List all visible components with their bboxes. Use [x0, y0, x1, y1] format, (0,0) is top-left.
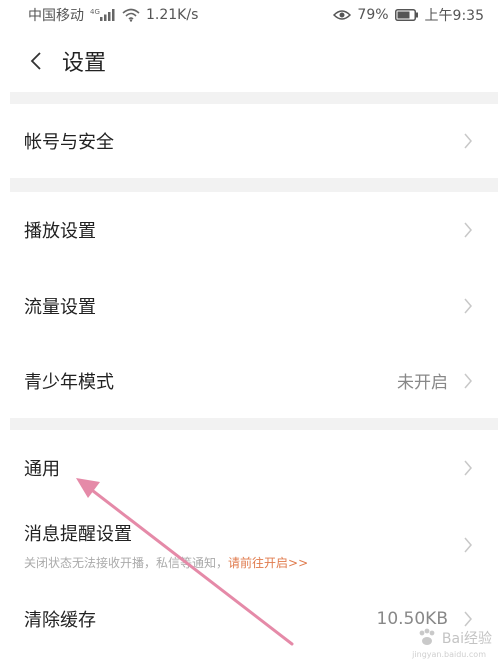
watermark-subtext: jingyan.baidu.com — [412, 650, 486, 659]
status-bar-right: 79% 上午9:35 — [333, 5, 484, 25]
chevron-right-icon — [460, 535, 476, 555]
section-divider — [10, 418, 498, 430]
page-header: 设置 — [0, 30, 500, 92]
section-divider — [10, 92, 498, 104]
status-bar: 中国移动 4G 1.21K/s 79% 上午9:35 — [0, 0, 500, 30]
network-tag: 4G — [90, 8, 100, 16]
chevron-right-icon — [460, 458, 476, 478]
settings-row-general[interactable]: 通用 — [0, 430, 500, 506]
chevron-right-icon — [460, 220, 476, 240]
row-label: 通用 — [24, 459, 60, 480]
carrier-name: 中国移动 — [28, 8, 84, 24]
status-bar-left: 中国移动 4G 1.21K/s — [28, 5, 198, 25]
row-subtext: 关闭状态无法接收开播，私信等通知，请前往开启>> — [24, 554, 308, 571]
settings-row-account-security[interactable]: 帐号与安全 — [0, 104, 500, 178]
row-label: 青少年模式 — [24, 371, 114, 393]
eye-icon — [333, 9, 352, 21]
section-divider — [10, 178, 498, 192]
watermark-text: Bai经验 — [441, 631, 492, 647]
chevron-left-icon[interactable] — [24, 49, 48, 73]
battery-percent: 79% — [357, 7, 389, 23]
chevron-right-icon — [460, 296, 476, 316]
row-label: 清除缓存 — [24, 610, 96, 631]
settings-row-data-usage[interactable]: 流量设置 — [0, 268, 500, 343]
watermark: Bai经验 — [416, 627, 492, 649]
chevron-right-icon — [460, 609, 476, 629]
clock: 上午9:35 — [424, 8, 484, 24]
settings-row-playback[interactable]: 播放设置 — [0, 192, 500, 268]
subtext-note: 关闭状态无法接收开播，私信等通知， — [24, 555, 229, 570]
row-value: 未开启 — [397, 373, 448, 393]
enable-notifications-link[interactable]: 请前往开启>> — [228, 556, 308, 570]
network-speed: 1.21K/s — [146, 7, 199, 23]
row-label: 流量设置 — [24, 296, 96, 318]
wifi-icon — [122, 8, 140, 22]
row-label: 播放设置 — [24, 221, 96, 242]
signal-bars-icon: 4G — [90, 8, 116, 22]
battery-icon — [394, 9, 419, 21]
row-value: 10.50KB — [376, 609, 448, 629]
paw-logo-icon — [419, 628, 435, 645]
row-label: 消息提醒设置 — [24, 523, 132, 545]
settings-row-teen-mode[interactable]: 青少年模式 未开启 — [0, 343, 500, 418]
row-label: 帐号与安全 — [24, 132, 114, 153]
settings-row-notifications[interactable]: 消息提醒设置 关闭状态无法接收开播，私信等通知，请前往开启>> — [0, 506, 500, 584]
page-title: 设置 — [62, 51, 107, 76]
chevron-right-icon — [460, 371, 476, 391]
chevron-right-icon — [460, 131, 476, 151]
